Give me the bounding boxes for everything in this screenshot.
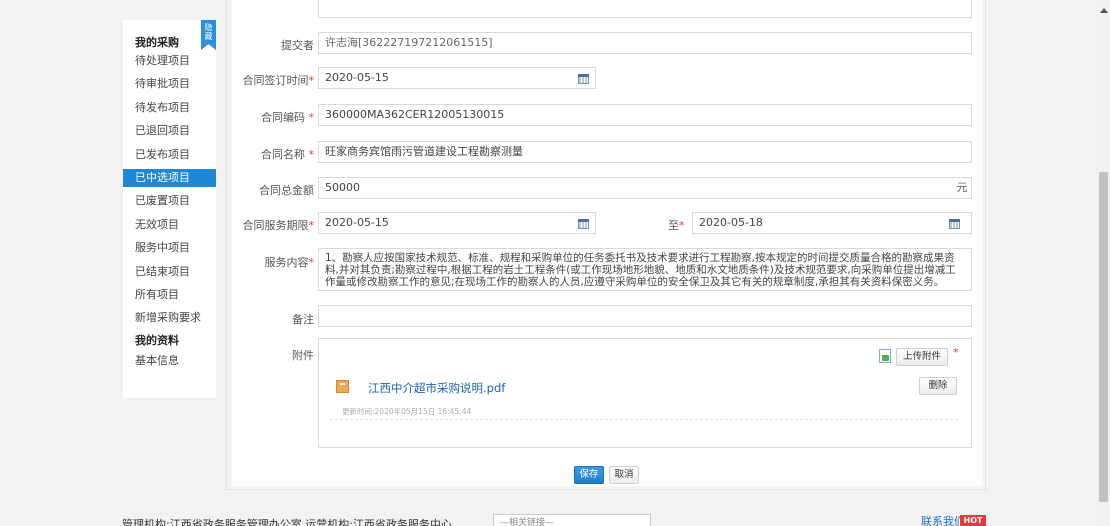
remark-input[interactable] <box>318 305 972 327</box>
sidebar-group-my-purchase: 我的采购 <box>135 36 179 49</box>
sidebar-item[interactable]: 已发布项目 <box>123 146 216 164</box>
sidebar-item[interactable]: 待发布项目 <box>123 99 216 117</box>
attachment-required-mark: * <box>953 346 959 359</box>
attachment-file-link[interactable]: 江西中介超市采购说明.pdf <box>368 380 505 396</box>
sidebar: 我的采购 待处理项目待审批项目待发布项目已退回项目已发布项目已中选项目已废置项目… <box>123 20 216 398</box>
sidebar-item[interactable]: 无效项目 <box>123 216 216 234</box>
related-links-select[interactable]: —相关链接— <box>493 514 651 526</box>
contract-no-label: 合同编码 * <box>261 111 314 124</box>
calendar-icon[interactable] <box>578 219 589 229</box>
submitter-label: 提交者 <box>281 39 314 52</box>
sidebar-item-basic-info[interactable]: 基本信息 <box>123 352 216 370</box>
footer: 管理机构:江西省政务服务管理办公室 运营机构:江西省政务服务中心 —相关链接— … <box>0 496 1097 526</box>
upload-icon[interactable] <box>879 349 891 363</box>
sign-date-label: 合同签订时间* <box>242 74 315 87</box>
delete-attachment-button[interactable]: 删除 <box>919 377 957 395</box>
amount-input[interactable]: 50000 元 <box>318 177 972 199</box>
contract-name-input[interactable]: 旺家商务宾馆雨污管道建设工程勘察测量 <box>318 141 972 163</box>
divider <box>330 419 958 420</box>
amount-label: 合同总金额 <box>259 184 314 197</box>
sign-date-input[interactable]: 2020-05-15 <box>318 67 596 89</box>
scroll-up-arrow-icon[interactable] <box>1100 8 1108 13</box>
submitter-field[interactable]: 许志海[362227197212061515] <box>318 32 972 54</box>
calendar-icon[interactable] <box>949 219 960 229</box>
attachment-label: 附件 <box>292 349 314 362</box>
sidebar-item[interactable]: 已退回项目 <box>123 122 216 140</box>
service-period-label: 合同服务期限* <box>242 219 315 232</box>
sidebar-item[interactable]: 已废置项目 <box>123 192 216 210</box>
sidebar-item[interactable]: 新增采购要求 <box>123 309 216 327</box>
sidebar-item[interactable]: 已结束项目 <box>123 263 216 281</box>
sidebar-item[interactable]: 服务中项目 <box>123 239 216 257</box>
sidebar-item[interactable]: 待审批项目 <box>123 75 216 93</box>
page-scrollbar[interactable] <box>1097 0 1110 526</box>
service-start-input[interactable]: 2020-05-15 <box>318 212 596 234</box>
sidebar-group-my-profile: 我的资料 <box>135 334 179 347</box>
service-content-label: 服务内容* <box>264 256 315 269</box>
upload-attachment-button[interactable]: 上传附件 <box>896 348 948 366</box>
remark-label: 备注 <box>292 313 314 326</box>
amount-value: 50000 <box>325 181 360 194</box>
amount-unit: 元 <box>956 181 968 194</box>
service-end-input[interactable]: 2020-05-18 <box>692 212 972 234</box>
scrollbar-thumb[interactable] <box>1099 172 1108 502</box>
sidebar-item[interactable]: 待处理项目 <box>123 52 216 70</box>
pdf-file-icon <box>336 380 349 393</box>
service-content-textarea[interactable]: 1、勘察人应按国家技术规范、标准、规程和采购单位的任务委托书及技术要求进行工程勘… <box>318 248 972 291</box>
save-button[interactable]: 保存 <box>574 466 604 484</box>
period-to-label: 至* <box>668 219 685 232</box>
previous-field[interactable] <box>318 0 972 18</box>
contact-us-link[interactable]: 联系我们 <box>921 513 965 526</box>
contract-no-input[interactable]: 360000MA362CER12005130015 <box>318 104 972 126</box>
cancel-button[interactable]: 取消 <box>609 466 639 484</box>
hot-badge: HOT <box>960 515 986 526</box>
sidebar-item[interactable]: 所有项目 <box>123 286 216 304</box>
footer-text: 管理机构:江西省政务服务管理办公室 运营机构:江西省政务服务中心 <box>122 518 452 526</box>
attachment-update-time: 更新时间:2020年05月15日 16:45:44 <box>342 407 472 416</box>
calendar-icon[interactable] <box>578 74 589 84</box>
contract-name-label: 合同名称 * <box>261 148 314 161</box>
sidebar-item[interactable]: 已中选项目 <box>123 169 216 187</box>
